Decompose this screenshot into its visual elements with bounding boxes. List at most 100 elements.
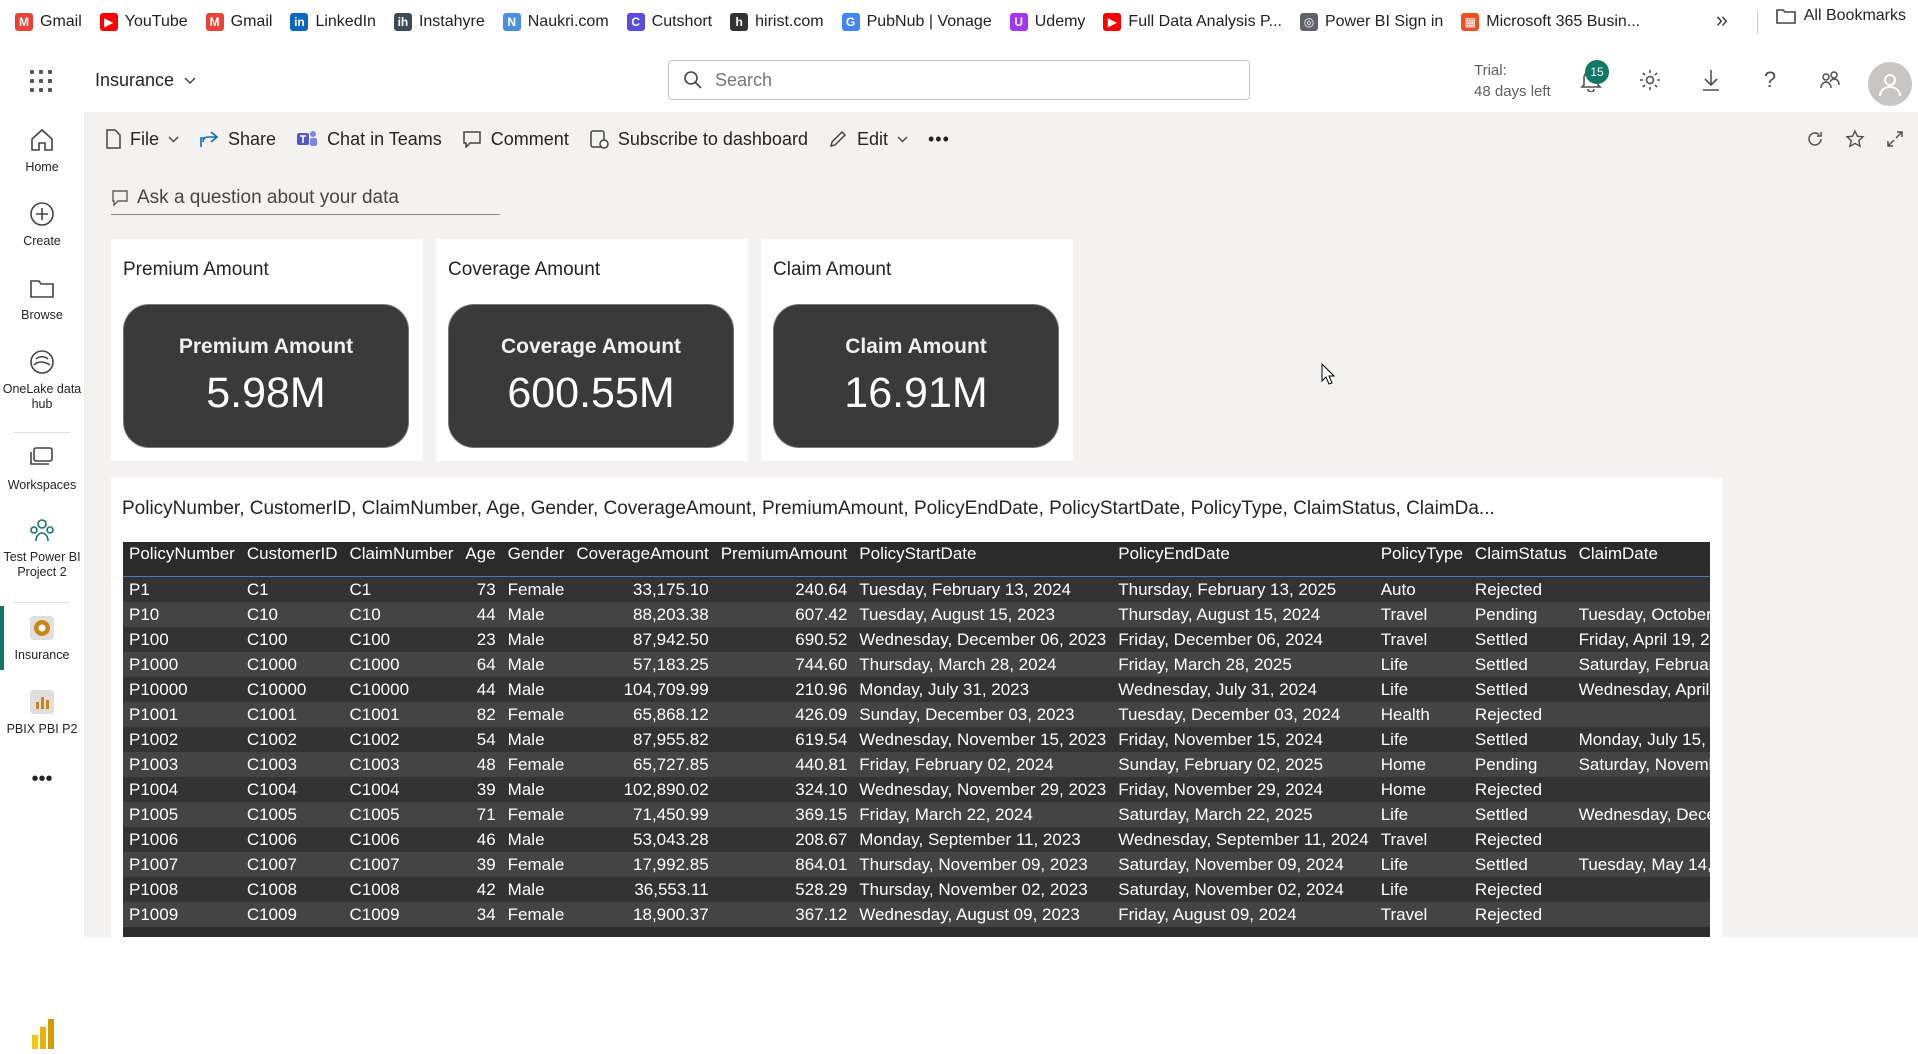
table-row[interactable]: P100 C100 C100 23 Male 87,942.50 690.52 Wednesd… [123, 627, 1710, 652]
column-header[interactable]: CustomerID [240, 542, 344, 577]
share-button[interactable]: Share [199, 129, 276, 150]
tile-claim-amount[interactable]: Claim Amount Claim Amount 16.91M [761, 239, 1073, 461]
column-header[interactable]: PolicyType [1374, 542, 1469, 577]
column-header[interactable]: PolicyNumber [123, 542, 241, 577]
favorite-star-icon[interactable] [1844, 128, 1866, 150]
file-icon [106, 129, 121, 149]
table-cell: 17,992.85 [633, 854, 709, 874]
google-icon: G [841, 13, 860, 31]
bookmark-item[interactable]: G PubNub | Vonage [833, 7, 1001, 37]
table-row[interactable]: P1003 C1003 C1003 48 Female 65,727.85 440.81 Fr… [123, 752, 1710, 777]
bookmark-item[interactable]: in LinkedIn [281, 7, 385, 37]
tile-policy-table[interactable]: PolicyNumber, CustomerID, ClaimNumber, A… [111, 478, 1722, 937]
column-header[interactable]: Age [459, 542, 502, 577]
edit-menu-button[interactable]: Edit [828, 129, 908, 150]
nav-pbix-label: PBIX PBI P2 [6, 722, 78, 736]
table-cell: 528.29 [795, 879, 848, 899]
table-cell: 369.15 [795, 804, 848, 824]
table-row[interactable]: P1005 C1005 C1005 71 Female 71,450.99 369.15 Fr… [123, 802, 1710, 827]
help-icon[interactable]: ? [1756, 66, 1784, 94]
column-header[interactable]: ClaimNumber [343, 542, 460, 577]
bookmark-item[interactable]: h hirist.com [721, 7, 832, 37]
table-cell: Life [1380, 654, 1409, 674]
table-cell: Saturday, Novemb [1578, 754, 1710, 774]
nav-workspaces[interactable]: Workspaces [0, 444, 84, 493]
table-row[interactable]: P1006 C1006 C1006 46 Male 53,043.28 208.67 Mond… [123, 827, 1710, 852]
table-cell: Wednesday, November 15, 2023 [859, 729, 1107, 749]
more-bookmarks-icon[interactable]: » [1716, 7, 1728, 33]
expand-icon[interactable] [1884, 128, 1906, 150]
all-bookmarks-button[interactable]: All Bookmarks [1775, 7, 1906, 25]
table-cell: Wednesday, September 11, 2024 [1118, 829, 1369, 849]
bookmark-item[interactable]: M Gmail [6, 7, 91, 37]
bookmark-item[interactable]: ih Instahyre [385, 7, 494, 37]
table-tile-title: PolicyNumber, CustomerID, ClaimNumber, A… [122, 498, 1495, 519]
table-row[interactable]: P1000 C1000 C1000 64 Male 57,183.25 744.60 Thur… [123, 652, 1710, 677]
file-menu-button[interactable]: File [105, 129, 179, 150]
nav-workspaces-label: Workspaces [7, 478, 77, 492]
table-cell: Friday, February 02, 2024 [859, 754, 1054, 774]
chat-in-teams-button[interactable]: Chat in Teams [296, 129, 442, 150]
column-header[interactable]: Gender [501, 542, 571, 577]
table-row[interactable]: P10000 C10000 C10000 44 Male 104,709.99 210.96… [123, 677, 1710, 702]
comment-button[interactable]: Comment [462, 129, 569, 150]
user-avatar[interactable] [1868, 62, 1912, 106]
qa-input[interactable]: Ask a question about your data [111, 182, 500, 215]
column-header[interactable]: CoverageAmount [570, 542, 715, 577]
table-row[interactable]: P1009 C1009 C1009 34 Female 18,900.37 367.12 We… [123, 902, 1710, 927]
bookmark-item[interactable]: N Naukri.com [494, 7, 618, 37]
nav-create[interactable]: Create [0, 200, 84, 249]
table-cell: Thursday, February 13, 2025 [1118, 579, 1337, 599]
app-launcher-icon[interactable] [30, 70, 52, 92]
nav-insurance-label: Insurance [14, 648, 70, 662]
workspace-selector[interactable]: Insurance [95, 70, 196, 91]
bookmark-item[interactable]: U Udemy [1001, 7, 1095, 37]
nav-more-icon[interactable]: ••• [0, 769, 84, 789]
nav-pbix-pbi-p2[interactable]: PBIX PBI P2 [0, 688, 84, 737]
table-cell: Saturday, November 09, 2024 [1118, 854, 1344, 874]
table-row[interactable]: P1 C1 C1 73 Female 33,175.10 240.64 Tuesday, Fe… [123, 576, 1710, 602]
bookmark-item[interactable]: M Gmail [197, 7, 282, 37]
download-icon[interactable] [1697, 66, 1725, 94]
bookmark-item[interactable]: C Cutshort [618, 7, 721, 37]
search-input[interactable] [713, 68, 1249, 92]
nav-onelake[interactable]: OneLake data hub [0, 348, 84, 412]
bookmark-item[interactable]: ◎ Power BI Sign in [1291, 7, 1452, 37]
table-row[interactable]: P1008 C1008 C1008 42 Male 36,553.11 528.29 Thur… [123, 877, 1710, 902]
nav-insurance[interactable]: Insurance [0, 614, 84, 663]
settings-gear-icon[interactable] [1636, 66, 1664, 94]
table-row[interactable]: P10 C10 C10 44 Male 88,203.38 607.42 Tuesday, A… [123, 602, 1710, 627]
column-header[interactable]: PolicyStartDate [853, 542, 1113, 577]
table-row[interactable]: P1004 C1004 C1004 39 Male 102,890.02 324.10 Wed… [123, 777, 1710, 802]
search-box[interactable] [668, 60, 1250, 100]
column-header[interactable]: ClaimStatus [1468, 542, 1573, 577]
bookmark-label: Udemy [1034, 13, 1086, 30]
comment-label: Comment [490, 128, 569, 149]
subscribe-button[interactable]: Subscribe to dashboard [589, 129, 808, 150]
bookmark-item[interactable]: ▶ Full Data Analysis P... [1094, 7, 1291, 37]
nav-browse[interactable]: Browse [0, 274, 84, 323]
table-row[interactable]: P1007 C1007 C1007 39 Female 17,992.85 864.01 Th… [123, 852, 1710, 877]
table-cell: 65,868.12 [633, 704, 709, 724]
table-cell: P10 [129, 604, 160, 624]
feedback-icon[interactable] [1816, 66, 1844, 94]
bookmark-item[interactable]: ▶ YouTube [91, 7, 197, 37]
table-cell: 18,900.37 [633, 904, 709, 924]
column-header[interactable]: ClaimDate [1572, 542, 1710, 577]
column-header[interactable]: PolicyEndDate [1112, 542, 1375, 577]
tile-title: Coverage Amount [448, 259, 601, 280]
nav-test-power-bi-project[interactable]: Test Power BI Project 2 [0, 516, 84, 580]
column-header[interactable]: PremiumAmount [714, 542, 854, 577]
table-row[interactable]: P1001 C1001 C1001 82 Female 65,868.12 426.09 Su… [123, 702, 1710, 727]
table-cell: 48 [476, 754, 496, 774]
tile-premium-amount[interactable]: Premium Amount Premium Amount 5.98M [111, 239, 423, 461]
table-row[interactable]: P1002 C1002 C1002 54 Male 87,955.82 619.54 Wedn… [123, 727, 1710, 752]
nav-home[interactable]: Home [0, 126, 84, 175]
tile-coverage-amount[interactable]: Coverage Amount Coverage Amount 600.55M [436, 239, 748, 461]
bookmark-item[interactable]: ▦ Microsoft 365 Busin... [1452, 7, 1649, 37]
more-options-icon[interactable]: ••• [928, 129, 950, 150]
table-body: P1 C1 C1 73 Female 33,175.10 240.64 Tuesday, Fe… [123, 576, 1710, 927]
table-cell: C1 [246, 579, 269, 599]
table-cell: Monday, July 15, 2 [1578, 729, 1710, 749]
refresh-icon[interactable] [1804, 128, 1826, 150]
